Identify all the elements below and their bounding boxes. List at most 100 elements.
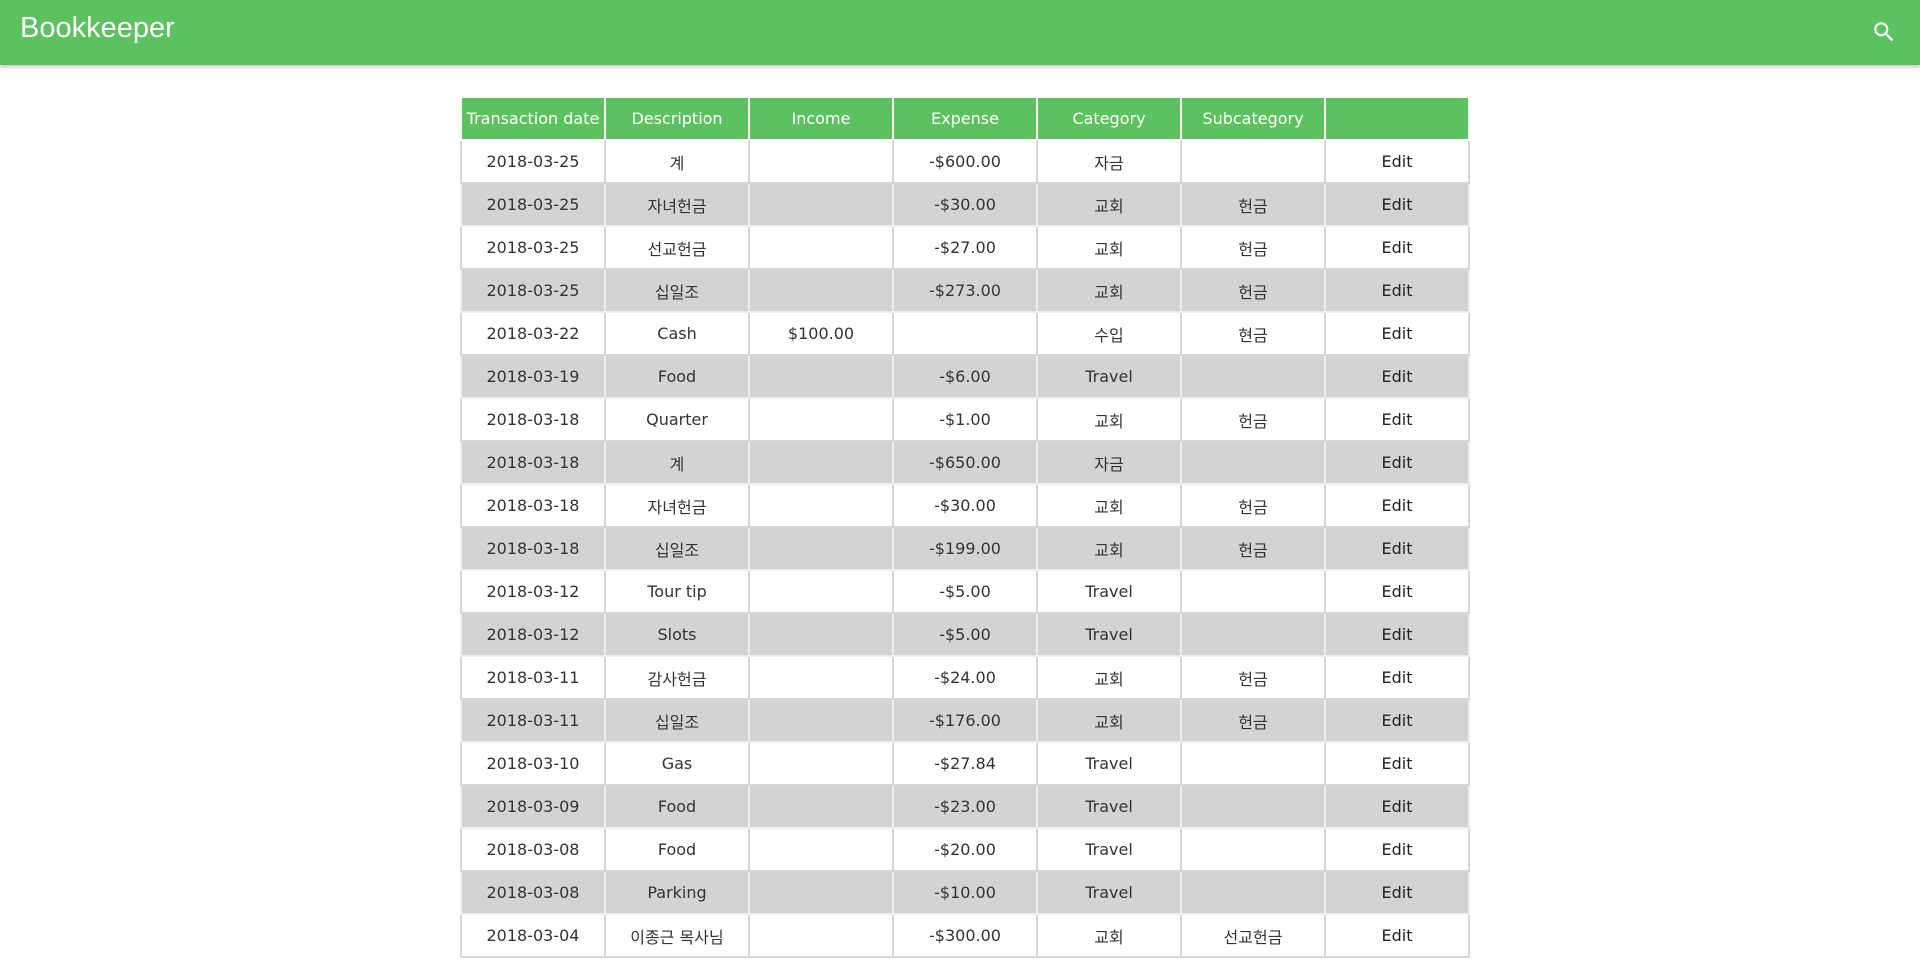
cell-expense: -$1.00 — [892, 397, 1038, 442]
app-bar: Bookkeeper — [0, 0, 1920, 65]
table-body: 2018-03-25 계 -$600.00 자금 Edit 2018-03-25 자녀헌금 -… — [460, 139, 1470, 958]
cell-transaction-date: 2018-03-19 — [460, 354, 606, 399]
cell-subcategory: 현금 — [1180, 311, 1326, 356]
cell-actions: Edit — [1324, 526, 1470, 571]
cell-category: 교회 — [1036, 397, 1182, 442]
edit-button[interactable]: Edit — [1382, 797, 1413, 816]
cell-subcategory: 헌금 — [1180, 225, 1326, 270]
table-row: 2018-03-25 자녀헌금 -$30.00 교회 헌금 Edit — [460, 182, 1470, 227]
cell-actions: Edit — [1324, 397, 1470, 442]
edit-button[interactable]: Edit — [1382, 711, 1413, 730]
cell-actions: Edit — [1324, 268, 1470, 313]
edit-button[interactable]: Edit — [1382, 324, 1413, 343]
cell-category: 교회 — [1036, 483, 1182, 528]
cell-actions: Edit — [1324, 139, 1470, 184]
table-row: 2018-03-18 십일조 -$199.00 교회 헌금 Edit — [460, 526, 1470, 571]
cell-income — [748, 698, 894, 743]
cell-category: Travel — [1036, 870, 1182, 915]
cell-actions: Edit — [1324, 612, 1470, 657]
cell-expense: -$27.00 — [892, 225, 1038, 270]
cell-income — [748, 827, 894, 872]
cell-subcategory: 헌금 — [1180, 268, 1326, 313]
edit-button[interactable]: Edit — [1382, 926, 1413, 945]
cell-description: 계 — [604, 440, 750, 485]
edit-button[interactable]: Edit — [1382, 668, 1413, 687]
edit-button[interactable]: Edit — [1382, 195, 1413, 214]
cell-income — [748, 612, 894, 657]
cell-transaction-date: 2018-03-12 — [460, 612, 606, 657]
cell-description: 십일조 — [604, 268, 750, 313]
edit-button[interactable]: Edit — [1382, 281, 1413, 300]
cell-actions: Edit — [1324, 440, 1470, 485]
cell-expense: -$273.00 — [892, 268, 1038, 313]
cell-expense: -$24.00 — [892, 655, 1038, 700]
transactions-table: Transaction date Description Income Expe… — [460, 96, 1470, 958]
edit-button[interactable]: Edit — [1382, 539, 1413, 558]
cell-description: 자녀헌금 — [604, 182, 750, 227]
column-header-expense[interactable]: Expense — [892, 96, 1038, 141]
edit-button[interactable]: Edit — [1382, 625, 1413, 644]
edit-button[interactable]: Edit — [1382, 410, 1413, 429]
cell-transaction-date: 2018-03-18 — [460, 483, 606, 528]
cell-actions: Edit — [1324, 698, 1470, 743]
cell-description: Slots — [604, 612, 750, 657]
cell-subcategory — [1180, 354, 1326, 399]
column-header-transaction-date[interactable]: Transaction date — [460, 96, 606, 141]
column-header-subcategory[interactable]: Subcategory — [1180, 96, 1326, 141]
cell-description: Food — [604, 354, 750, 399]
cell-actions: Edit — [1324, 354, 1470, 399]
edit-button[interactable]: Edit — [1382, 582, 1413, 601]
cell-expense: -$27.84 — [892, 741, 1038, 786]
edit-button[interactable]: Edit — [1382, 238, 1413, 257]
cell-income — [748, 397, 894, 442]
edit-button[interactable]: Edit — [1382, 453, 1413, 472]
cell-transaction-date: 2018-03-18 — [460, 526, 606, 571]
cell-income — [748, 569, 894, 614]
cell-subcategory: 선교헌금 — [1180, 913, 1326, 958]
cell-category: 자금 — [1036, 440, 1182, 485]
cell-income — [748, 440, 894, 485]
cell-expense: -$600.00 — [892, 139, 1038, 184]
cell-expense: -$10.00 — [892, 870, 1038, 915]
cell-expense — [892, 311, 1038, 356]
table-row: 2018-03-08 Food -$20.00 Travel Edit — [460, 827, 1470, 872]
cell-transaction-date: 2018-03-22 — [460, 311, 606, 356]
table-row: 2018-03-11 감사헌금 -$24.00 교회 헌금 Edit — [460, 655, 1470, 700]
cell-category: 수입 — [1036, 311, 1182, 356]
cell-subcategory — [1180, 440, 1326, 485]
cell-expense: -$5.00 — [892, 569, 1038, 614]
cell-expense: -$20.00 — [892, 827, 1038, 872]
cell-income — [748, 526, 894, 571]
cell-subcategory: 헌금 — [1180, 698, 1326, 743]
column-header-category[interactable]: Category — [1036, 96, 1182, 141]
cell-category: 자금 — [1036, 139, 1182, 184]
cell-actions: Edit — [1324, 655, 1470, 700]
search-button[interactable] — [1860, 8, 1908, 56]
edit-button[interactable]: Edit — [1382, 754, 1413, 773]
cell-income — [748, 182, 894, 227]
edit-button[interactable]: Edit — [1382, 152, 1413, 171]
cell-description: Quarter — [604, 397, 750, 442]
cell-description: Tour tip — [604, 569, 750, 614]
edit-button[interactable]: Edit — [1382, 840, 1413, 859]
cell-transaction-date: 2018-03-11 — [460, 698, 606, 743]
cell-subcategory — [1180, 569, 1326, 614]
cell-transaction-date: 2018-03-08 — [460, 827, 606, 872]
cell-description: 선교헌금 — [604, 225, 750, 270]
cell-expense: -$6.00 — [892, 354, 1038, 399]
edit-button[interactable]: Edit — [1382, 367, 1413, 386]
edit-button[interactable]: Edit — [1382, 496, 1413, 515]
cell-category: 교회 — [1036, 655, 1182, 700]
cell-actions: Edit — [1324, 913, 1470, 958]
cell-income — [748, 354, 894, 399]
cell-actions: Edit — [1324, 569, 1470, 614]
cell-subcategory: 헌금 — [1180, 397, 1326, 442]
edit-button[interactable]: Edit — [1382, 883, 1413, 902]
cell-transaction-date: 2018-03-10 — [460, 741, 606, 786]
cell-income — [748, 268, 894, 313]
column-header-description[interactable]: Description — [604, 96, 750, 141]
column-header-income[interactable]: Income — [748, 96, 894, 141]
table-row: 2018-03-18 계 -$650.00 자금 Edit — [460, 440, 1470, 485]
cell-subcategory — [1180, 139, 1326, 184]
cell-category: Travel — [1036, 827, 1182, 872]
